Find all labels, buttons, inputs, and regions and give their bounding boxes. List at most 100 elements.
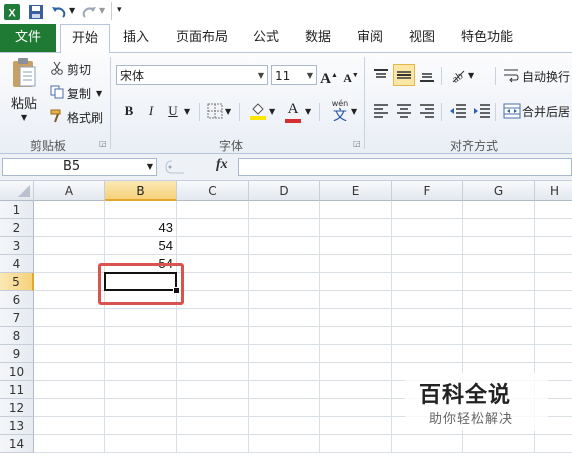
- cell-f9[interactable]: [392, 345, 463, 363]
- orientation-dropdown-icon[interactable]: ▼: [468, 71, 474, 80]
- phonetic-guide-button[interactable]: wén 文: [327, 99, 353, 125]
- merge-center-button[interactable]: 合并后居: [522, 103, 570, 120]
- cell-e6[interactable]: [320, 291, 392, 309]
- cell-c12[interactable]: [177, 399, 249, 417]
- cell-c11[interactable]: [177, 381, 249, 399]
- cell-e13[interactable]: [320, 417, 392, 435]
- formula-input[interactable]: [238, 158, 572, 176]
- redo-dropdown-icon[interactable]: ▼: [99, 6, 105, 15]
- excel-logo-icon[interactable]: X: [3, 3, 21, 21]
- save-icon[interactable]: [27, 3, 45, 21]
- cell-g14[interactable]: [463, 435, 535, 453]
- undo-dropdown-icon[interactable]: ▼: [69, 6, 75, 15]
- column-header-b[interactable]: B: [105, 181, 177, 201]
- copy-button[interactable]: 复制: [67, 85, 91, 102]
- cell-f5[interactable]: [392, 273, 463, 291]
- cell-a7[interactable]: [34, 309, 105, 327]
- cell-h3[interactable]: [535, 237, 572, 255]
- decrease-indent-icon[interactable]: [449, 103, 467, 119]
- cut-icon[interactable]: [50, 61, 64, 75]
- orientation-icon[interactable]: ab: [449, 66, 467, 84]
- row-header-1[interactable]: 1: [0, 201, 34, 219]
- cell-g2[interactable]: [463, 219, 535, 237]
- row-header-5[interactable]: 5: [0, 273, 34, 291]
- increase-font-size-icon[interactable]: A▲: [319, 65, 339, 87]
- cell-e9[interactable]: [320, 345, 392, 363]
- borders-dropdown-icon[interactable]: ▼: [225, 107, 231, 116]
- cell-e14[interactable]: [320, 435, 392, 453]
- cell-c4[interactable]: [177, 255, 249, 273]
- row-header-4[interactable]: 4: [0, 255, 34, 273]
- insert-function-button[interactable]: fx: [216, 157, 228, 173]
- font-color-button[interactable]: A: [283, 99, 303, 119]
- cell-f2[interactable]: [392, 219, 463, 237]
- cell-b12[interactable]: [105, 399, 177, 417]
- cell-d1[interactable]: [249, 201, 320, 219]
- cell-b8[interactable]: [105, 327, 177, 345]
- fill-handle[interactable]: [173, 287, 180, 294]
- paste-dropdown-icon[interactable]: ▼: [21, 113, 27, 122]
- fill-color-dropdown-icon[interactable]: ▼: [269, 107, 275, 116]
- cell-c5[interactable]: [177, 273, 249, 291]
- cell-e1[interactable]: [320, 201, 392, 219]
- row-header-11[interactable]: 11: [0, 381, 34, 399]
- copy-dropdown-icon[interactable]: ▼: [96, 89, 102, 98]
- copy-icon[interactable]: [50, 85, 64, 99]
- paste-icon[interactable]: [10, 57, 38, 89]
- cell-h4[interactable]: [535, 255, 572, 273]
- align-bottom-icon[interactable]: [419, 67, 435, 83]
- cell-h5[interactable]: [535, 273, 572, 291]
- active-cell-selection[interactable]: [104, 272, 177, 291]
- cell-h9[interactable]: [535, 345, 572, 363]
- cell-c13[interactable]: [177, 417, 249, 435]
- underline-button[interactable]: U: [163, 101, 183, 121]
- cell-c3[interactable]: [177, 237, 249, 255]
- tab-home[interactable]: 开始: [60, 24, 110, 54]
- cell-a2[interactable]: [34, 219, 105, 237]
- cell-h7[interactable]: [535, 309, 572, 327]
- merge-center-icon[interactable]: [503, 103, 521, 119]
- clipboard-launcher-icon[interactable]: ◲: [99, 139, 107, 148]
- format-painter-icon[interactable]: [50, 109, 64, 123]
- cell-f3[interactable]: [392, 237, 463, 255]
- cell-g9[interactable]: [463, 345, 535, 363]
- undo-icon[interactable]: [50, 3, 68, 21]
- cell-c1[interactable]: [177, 201, 249, 219]
- cell-a5[interactable]: [34, 273, 105, 291]
- cell-b9[interactable]: [105, 345, 177, 363]
- cell-e12[interactable]: [320, 399, 392, 417]
- italic-button[interactable]: I: [141, 101, 161, 121]
- cell-g6[interactable]: [463, 291, 535, 309]
- cell-b3[interactable]: 54: [105, 237, 177, 255]
- cell-d6[interactable]: [249, 291, 320, 309]
- align-middle-button[interactable]: [393, 64, 415, 86]
- row-header-12[interactable]: 12: [0, 399, 34, 417]
- font-size-combo[interactable]: 11 ▼: [271, 65, 317, 85]
- cell-b1[interactable]: [105, 201, 177, 219]
- chevron-down-icon[interactable]: ▼: [307, 66, 313, 86]
- cell-d5[interactable]: [249, 273, 320, 291]
- chevron-down-icon[interactable]: ▼: [147, 159, 153, 175]
- row-header-8[interactable]: 8: [0, 327, 34, 345]
- tab-formulas[interactable]: 公式: [244, 24, 288, 52]
- column-header-d[interactable]: D: [249, 181, 320, 201]
- cell-e2[interactable]: [320, 219, 392, 237]
- row-header-7[interactable]: 7: [0, 309, 34, 327]
- cell-b10[interactable]: [105, 363, 177, 381]
- tab-special-features[interactable]: 特色功能: [452, 24, 522, 52]
- cell-d4[interactable]: [249, 255, 320, 273]
- cell-f1[interactable]: [392, 201, 463, 219]
- format-painter-button[interactable]: 格式刷: [67, 109, 103, 126]
- tab-data[interactable]: 数据: [296, 24, 340, 52]
- row-header-13[interactable]: 13: [0, 417, 34, 435]
- cell-e5[interactable]: [320, 273, 392, 291]
- tab-insert[interactable]: 插入: [114, 24, 158, 52]
- row-header-9[interactable]: 9: [0, 345, 34, 363]
- cell-c10[interactable]: [177, 363, 249, 381]
- cell-e3[interactable]: [320, 237, 392, 255]
- cell-d8[interactable]: [249, 327, 320, 345]
- cell-c8[interactable]: [177, 327, 249, 345]
- cell-g7[interactable]: [463, 309, 535, 327]
- cell-a12[interactable]: [34, 399, 105, 417]
- cell-d14[interactable]: [249, 435, 320, 453]
